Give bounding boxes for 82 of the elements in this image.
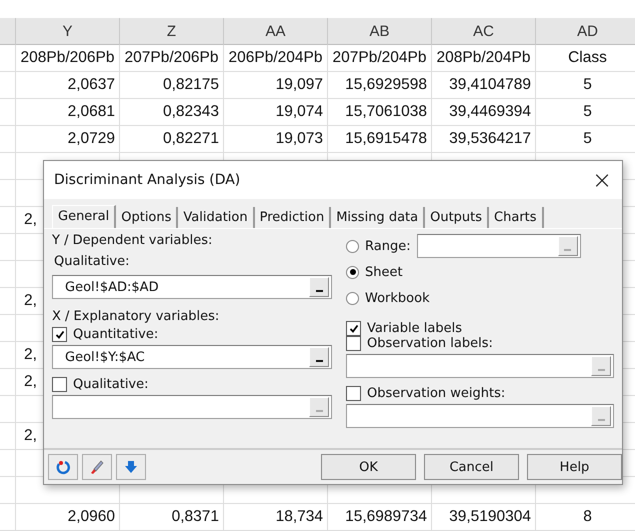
- table-cell: 2,0637: [15, 72, 119, 98]
- table-cell: 39,4469394: [431, 99, 535, 125]
- refresh-icon: [55, 459, 71, 475]
- range-select-button[interactable]: [309, 347, 329, 367]
- table-cell: 5: [535, 126, 635, 152]
- table-cell: 15,6929598: [327, 72, 431, 98]
- radio-button[interactable]: [346, 240, 359, 252]
- table-cell: 15,7061038: [327, 99, 431, 125]
- header-cell: 208Pb/206Pb: [15, 45, 119, 71]
- dialog-button[interactable]: Help: [527, 454, 622, 480]
- table-cell: 0,82343: [119, 99, 223, 125]
- input-field[interactable]: [346, 354, 614, 378]
- radio-button[interactable]: [346, 266, 359, 278]
- down-button[interactable]: [116, 454, 146, 480]
- input-field[interactable]: [52, 395, 332, 419]
- clear-button[interactable]: [82, 454, 112, 480]
- checkbox-label: Variable labels: [367, 321, 462, 336]
- table-cell: 2,0729: [15, 126, 119, 152]
- checkbox-label: Observation labels:: [367, 336, 493, 351]
- checkbox[interactable]: [346, 321, 361, 336]
- column-header[interactable]: AB: [327, 18, 431, 46]
- checkbox-label: Observation weights:: [367, 386, 506, 401]
- table-cell: 2,: [24, 346, 37, 363]
- checkmark-icon: [54, 330, 64, 340]
- reset-button[interactable]: [48, 454, 78, 480]
- table-cell: 0,82271: [119, 126, 223, 152]
- dialog-button[interactable]: Cancel: [424, 454, 519, 480]
- column-header[interactable]: Y: [15, 18, 119, 46]
- header-cell: 206Pb/204Pb: [223, 45, 327, 71]
- table-cell: 0,8371: [119, 504, 223, 530]
- table-cell: 15,6989734: [327, 504, 431, 530]
- checkmark-icon: [348, 324, 358, 334]
- input-field[interactable]: [416, 234, 581, 258]
- table-cell: 5: [535, 72, 635, 98]
- section-label: X / Explanatory variables:: [52, 309, 220, 324]
- checkbox[interactable]: [52, 327, 67, 342]
- input-field[interactable]: Geol!$Y:$AC: [52, 345, 332, 369]
- header-cell: 207Pb/204Pb: [327, 45, 431, 71]
- down-arrow-icon: [124, 460, 138, 474]
- column-header[interactable]: AA: [223, 18, 327, 46]
- table-cell: 19,074: [223, 99, 327, 125]
- radio-label: Sheet: [365, 264, 403, 280]
- dialog-button[interactable]: OK: [321, 454, 416, 480]
- header-cell: 207Pb/206Pb: [119, 45, 223, 71]
- checkbox[interactable]: [346, 336, 361, 351]
- eraser-icon: [88, 458, 106, 476]
- field-label: Qualitative:: [54, 254, 131, 269]
- table-cell: 15,6915478: [327, 126, 431, 152]
- window-title: Discriminant Analysis (DA): [54, 172, 240, 188]
- checkbox-label: Qualitative:: [73, 377, 149, 392]
- checkbox[interactable]: [52, 377, 67, 392]
- section-label: Y / Dependent variables:: [52, 233, 214, 248]
- radio-button[interactable]: [346, 292, 359, 304]
- table-cell: 0,82175: [119, 72, 223, 98]
- table-cell: 19,073: [223, 126, 327, 152]
- table-cell: 39,5190304: [431, 504, 535, 530]
- table-cell: 39,4104789: [431, 72, 535, 98]
- input-field[interactable]: [346, 404, 614, 428]
- header-cell: Class: [535, 45, 635, 71]
- column-header[interactable]: Z: [119, 18, 223, 46]
- checkbox-label: Quantitative:: [73, 327, 158, 342]
- table-cell: 2,: [24, 373, 37, 390]
- table-cell: 2,: [24, 292, 37, 309]
- table-cell: 2,: [24, 427, 37, 444]
- table-cell: 19,097: [223, 72, 327, 98]
- table-cell: 2,0681: [15, 99, 119, 125]
- table-cell: 8: [535, 504, 635, 530]
- table-cell: 2,0960: [15, 504, 119, 530]
- radio-label: Range:: [365, 238, 411, 254]
- input-field[interactable]: Geol!$AD:$AD: [52, 275, 332, 299]
- column-header[interactable]: AD: [535, 18, 635, 46]
- header-cell: 208Pb/204Pb: [431, 45, 535, 71]
- table-cell: 18,734: [223, 504, 327, 530]
- radio-label: Workbook: [365, 290, 430, 306]
- column-header[interactable]: AC: [431, 18, 535, 46]
- table-cell: 39,5364217: [431, 126, 535, 152]
- table-cell: 5: [535, 99, 635, 125]
- checkbox[interactable]: [346, 386, 361, 401]
- close-button[interactable]: ×: [582, 162, 622, 198]
- range-select-button[interactable]: [309, 277, 329, 297]
- table-cell: 2,: [24, 211, 37, 228]
- tab[interactable]: General: [52, 205, 116, 228]
